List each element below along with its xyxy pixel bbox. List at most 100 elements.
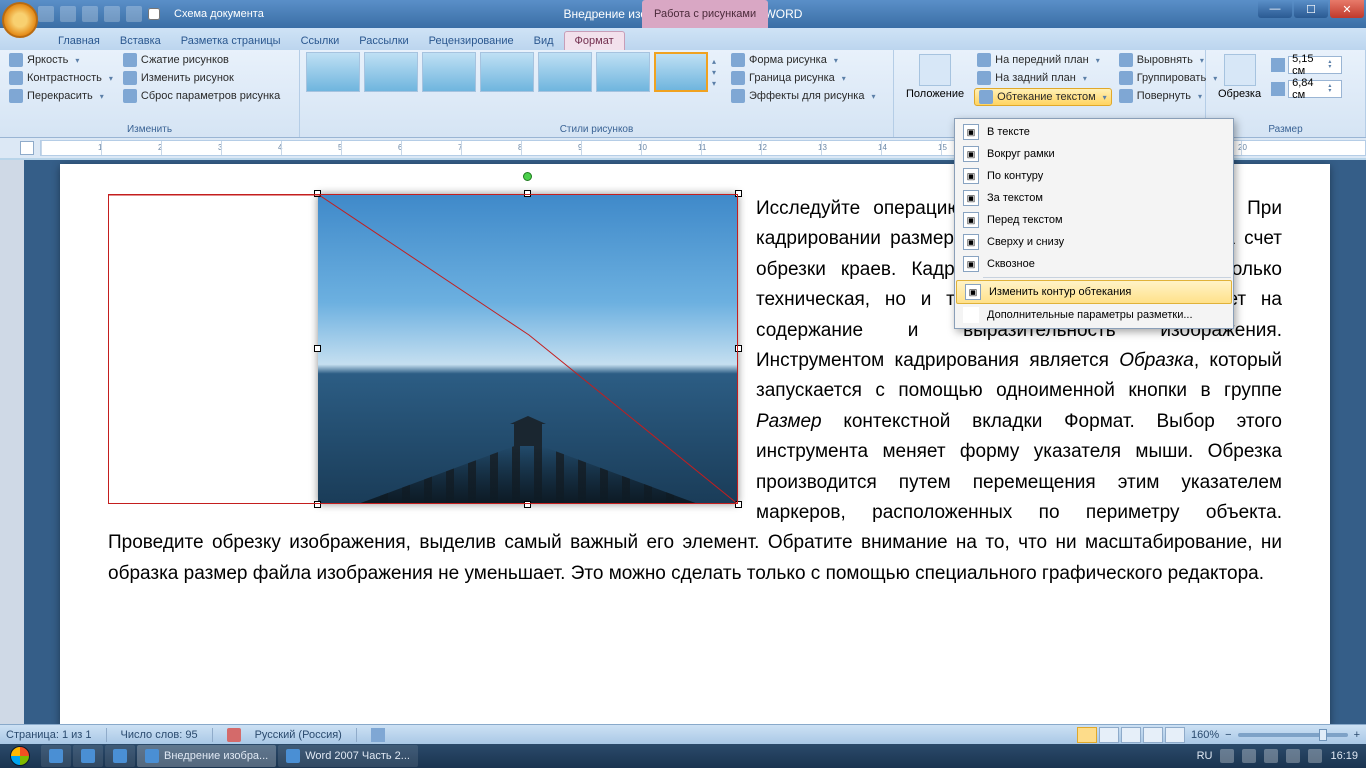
- tab-references[interactable]: Ссылки: [291, 32, 350, 50]
- language-status[interactable]: Русский (Россия): [255, 729, 342, 741]
- reset-picture-button[interactable]: Сброс параметров рисунка: [120, 88, 283, 104]
- start-button[interactable]: [0, 744, 40, 768]
- wrap-tight-item[interactable]: ▣По контуру: [955, 165, 1233, 187]
- macro-icon[interactable]: [371, 728, 385, 742]
- gallery-more-icon[interactable]: ▾: [712, 79, 716, 88]
- taskbar-item-word[interactable]: Внедрение изобра...: [137, 745, 276, 767]
- resize-handle[interactable]: [314, 501, 321, 508]
- edit-wrap-points-item[interactable]: ▣Изменить контур обтекания: [956, 280, 1232, 304]
- tray-language[interactable]: RU: [1197, 750, 1213, 762]
- style-thumb[interactable]: [596, 52, 650, 92]
- send-back-button[interactable]: На задний план: [974, 70, 1112, 86]
- quick-launch-item[interactable]: [41, 745, 71, 767]
- window-minimize-button[interactable]: —: [1258, 0, 1292, 18]
- wrap-square-item[interactable]: ▣Вокруг рамки: [955, 143, 1233, 165]
- brightness-button[interactable]: Яркость: [6, 52, 116, 68]
- tray-icon[interactable]: [1264, 749, 1278, 763]
- tab-layout[interactable]: Разметка страницы: [171, 32, 291, 50]
- picture-effects-button[interactable]: Эффекты для рисунка: [728, 88, 878, 104]
- window-close-button[interactable]: ✕: [1330, 0, 1364, 18]
- window-maximize-button[interactable]: ☐: [1294, 0, 1328, 18]
- resize-handle[interactable]: [735, 345, 742, 352]
- wrap-through-item[interactable]: ▣Сквозное: [955, 253, 1233, 275]
- tab-mailings[interactable]: Рассылки: [349, 32, 418, 50]
- resize-handle[interactable]: [524, 190, 531, 197]
- tray-network-icon[interactable]: [1308, 749, 1322, 763]
- web-view[interactable]: [1121, 727, 1141, 743]
- page-count[interactable]: Страница: 1 из 1: [6, 729, 92, 741]
- gallery-up-icon[interactable]: ▴: [712, 57, 716, 66]
- picture-border-button[interactable]: Граница рисунка: [728, 70, 878, 86]
- office-button[interactable]: [2, 2, 38, 38]
- tab-format[interactable]: Формат: [564, 31, 625, 50]
- style-thumb[interactable]: [422, 52, 476, 92]
- word-count[interactable]: Число слов: 95: [121, 729, 198, 741]
- qat-preview-icon[interactable]: [126, 6, 142, 22]
- zoom-value[interactable]: 160%: [1191, 729, 1219, 741]
- text-wrapping-button[interactable]: Обтекание текстом: [974, 88, 1112, 106]
- tab-selector[interactable]: [20, 141, 34, 155]
- taskbar-item-word2[interactable]: Word 2007 Часть 2...: [278, 745, 418, 767]
- tab-home[interactable]: Главная: [48, 32, 110, 50]
- resize-handle[interactable]: [735, 501, 742, 508]
- tray-volume-icon[interactable]: [1286, 749, 1300, 763]
- styles-group-label: Стили рисунков: [306, 124, 887, 137]
- zoom-in-button[interactable]: +: [1354, 729, 1360, 741]
- fullscreen-view[interactable]: [1099, 727, 1119, 743]
- picture-shape-button[interactable]: Форма рисунка: [728, 52, 878, 68]
- qat-undo-icon[interactable]: [60, 6, 76, 22]
- qat-save-icon[interactable]: [38, 6, 54, 22]
- embedded-image[interactable]: [318, 194, 738, 504]
- recolor-button[interactable]: Перекрасить: [6, 88, 116, 104]
- rotate-handle[interactable]: [523, 172, 532, 181]
- width-input[interactable]: 6,84 см▴▾: [1288, 80, 1342, 98]
- vertical-ruler[interactable]: [0, 160, 24, 726]
- tray-icon[interactable]: [1242, 749, 1256, 763]
- style-thumb[interactable]: [538, 52, 592, 92]
- more-layout-options-item[interactable]: Дополнительные параметры разметки...: [955, 304, 1233, 326]
- resize-handle[interactable]: [735, 190, 742, 197]
- style-thumb-selected[interactable]: [654, 52, 708, 92]
- position-button[interactable]: Положение: [900, 52, 970, 102]
- tray-icon[interactable]: [1220, 749, 1234, 763]
- zoom-slider[interactable]: [1238, 733, 1348, 737]
- tab-review[interactable]: Рецензирование: [419, 32, 524, 50]
- doc-outline-checkbox[interactable]: [148, 8, 160, 20]
- qat-redo-icon[interactable]: [82, 6, 98, 22]
- windows-logo-icon: [10, 746, 30, 766]
- align-button[interactable]: Выровнять: [1116, 52, 1221, 68]
- group-button[interactable]: Группировать: [1116, 70, 1221, 86]
- quick-launch-item[interactable]: [73, 745, 103, 767]
- wrap-behind-item[interactable]: ▣За текстом: [955, 187, 1233, 209]
- print-layout-view[interactable]: [1077, 727, 1097, 743]
- contrast-button[interactable]: Контрастность: [6, 70, 116, 86]
- gallery-down-icon[interactable]: ▾: [712, 68, 716, 77]
- wrap-inline-item[interactable]: ▣В тексте: [955, 121, 1233, 143]
- tab-view[interactable]: Вид: [524, 32, 564, 50]
- resize-handle[interactable]: [314, 345, 321, 352]
- style-thumb[interactable]: [306, 52, 360, 92]
- tab-insert[interactable]: Вставка: [110, 32, 171, 50]
- rotate-button[interactable]: Повернуть: [1116, 88, 1221, 104]
- zoom-out-button[interactable]: −: [1225, 729, 1231, 741]
- bring-front-button[interactable]: На передний план: [974, 52, 1112, 68]
- resize-handle[interactable]: [314, 190, 321, 197]
- picture-styles-gallery[interactable]: ▴ ▾ ▾: [306, 52, 716, 92]
- draft-view[interactable]: [1165, 727, 1185, 743]
- proofing-icon[interactable]: [227, 728, 241, 742]
- word-icon: [145, 749, 159, 763]
- outline-view[interactable]: [1143, 727, 1163, 743]
- style-thumb[interactable]: [480, 52, 534, 92]
- crop-button[interactable]: Обрезка: [1212, 52, 1267, 102]
- windows-taskbar: Внедрение изобра... Word 2007 Часть 2...…: [0, 744, 1366, 768]
- resize-handle[interactable]: [524, 501, 531, 508]
- quick-launch-item[interactable]: [105, 745, 135, 767]
- wrap-front-item[interactable]: ▣Перед текстом: [955, 209, 1233, 231]
- change-picture-button[interactable]: Изменить рисунок: [120, 70, 283, 86]
- wrap-topbottom-item[interactable]: ▣Сверху и снизу: [955, 231, 1233, 253]
- height-input[interactable]: 5,15 см▴▾: [1288, 56, 1342, 74]
- style-thumb[interactable]: [364, 52, 418, 92]
- qat-print-icon[interactable]: [104, 6, 120, 22]
- compress-button[interactable]: Сжатие рисунков: [120, 52, 283, 68]
- tray-clock[interactable]: 16:19: [1330, 750, 1358, 762]
